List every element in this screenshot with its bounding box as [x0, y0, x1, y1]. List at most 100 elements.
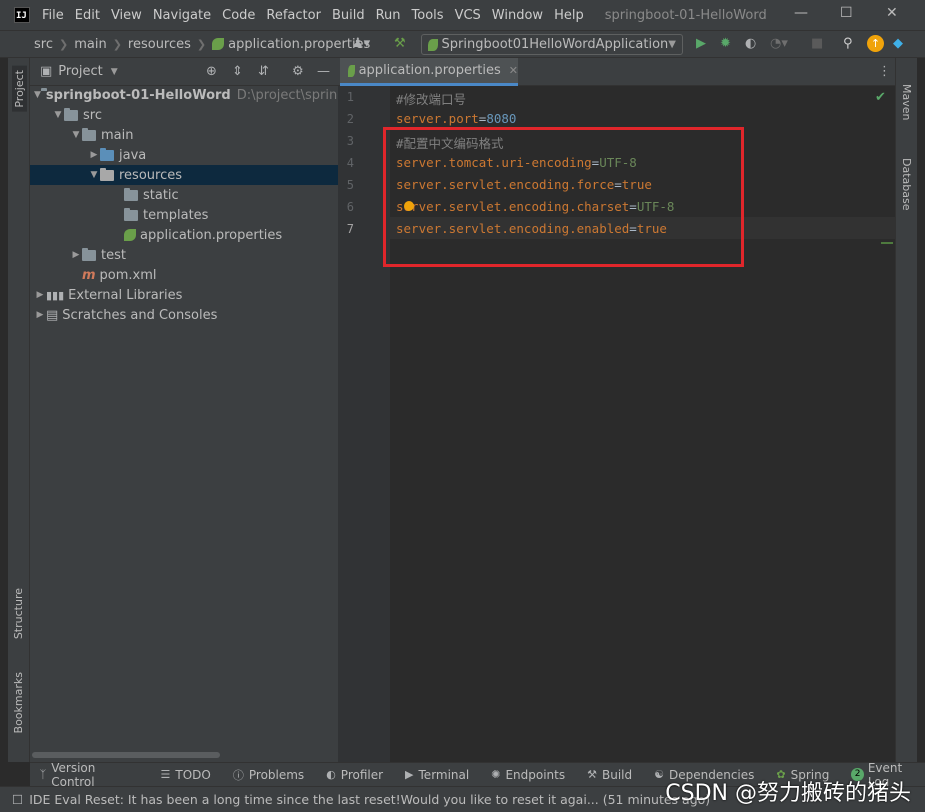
- tree-item-scratches[interactable]: ▶ ▤ Scratches and Consoles: [30, 305, 338, 325]
- stop-icon[interactable]: ■: [811, 36, 823, 51]
- breadcrumb-file[interactable]: application.properties: [228, 37, 370, 52]
- menu-edit[interactable]: Edit: [75, 8, 100, 23]
- maximize-icon[interactable]: ☐: [840, 5, 853, 21]
- tree-item-src[interactable]: ▼ src: [30, 105, 338, 125]
- horizontal-scrollbar[interactable]: [32, 752, 220, 758]
- tool-bookmarks[interactable]: Bookmarks: [12, 672, 25, 733]
- menu-view[interactable]: View: [111, 8, 142, 23]
- user-icon[interactable]: ♟▾: [352, 36, 370, 51]
- tree-item-java[interactable]: ▶ java: [30, 145, 338, 165]
- tree-item-resources[interactable]: ▼ resources: [30, 165, 338, 185]
- menu-build[interactable]: Build: [332, 8, 365, 23]
- tree-item-main[interactable]: ▼ main: [30, 125, 338, 145]
- tree-item-templates[interactable]: templates: [30, 205, 338, 225]
- breadcrumb-src[interactable]: src: [34, 37, 53, 52]
- run-configuration-label: Springboot01HelloWordApplication: [441, 37, 669, 52]
- debug-icon[interactable]: ✹: [720, 36, 731, 51]
- search-icon[interactable]: ⚲: [843, 36, 853, 51]
- locate-icon[interactable]: ⊕: [206, 64, 217, 79]
- right-tool-strip: Maven Database: [895, 58, 917, 762]
- endpoints-icon: ✺: [491, 768, 501, 781]
- close-icon[interactable]: ✕: [886, 5, 898, 21]
- tool-endpoints[interactable]: ✺ Endpoints: [491, 768, 565, 782]
- editor-tab-bar: application.properties ✕ ⋮: [338, 58, 895, 86]
- menu-refactor[interactable]: Refactor: [266, 8, 321, 23]
- property-key: server.port: [396, 111, 479, 126]
- chevron-right-icon: ▶: [36, 290, 44, 300]
- menu-code[interactable]: Code: [222, 8, 255, 23]
- tool-database[interactable]: Database: [900, 158, 913, 211]
- dependencies-icon: ☯: [654, 768, 664, 781]
- menu-run[interactable]: Run: [376, 8, 401, 23]
- tool-maven[interactable]: Maven: [900, 84, 913, 120]
- intellij-logo-icon: IJ: [14, 7, 30, 23]
- tool-version-control[interactable]: ᛉ Version Control: [40, 761, 139, 789]
- chevron-down-icon: ▼: [34, 90, 41, 100]
- scratches-icon: ▤: [46, 307, 59, 323]
- expand-all-icon[interactable]: ⇕: [232, 64, 243, 79]
- tool-structure[interactable]: Structure: [12, 588, 25, 639]
- csdn-watermark: CSDN @努力搬砖的猪头: [665, 781, 911, 806]
- build-hammer-icon[interactable]: ⚒: [394, 36, 406, 51]
- maven-file-icon: m: [82, 267, 96, 283]
- minimize-icon[interactable]: —: [794, 5, 808, 21]
- run-configuration-select[interactable]: Springboot01HelloWordApplication ▼: [421, 34, 683, 55]
- branch-icon: ᛉ: [39, 768, 47, 781]
- update-icon[interactable]: ↑: [867, 35, 884, 52]
- tree-item-project-root[interactable]: ▼ springboot-01-HelloWord D:\project\spr…: [30, 85, 345, 105]
- close-tab-icon[interactable]: ✕: [509, 64, 518, 77]
- tool-windows-icon[interactable]: ☐: [12, 792, 23, 807]
- source-folder-icon: [100, 147, 114, 161]
- code-line-1[interactable]: #修改端口号: [396, 89, 466, 108]
- chevron-down-icon[interactable]: ▼: [111, 67, 118, 77]
- line-number: 6: [346, 200, 354, 214]
- tree-item-pom[interactable]: m pom.xml: [30, 265, 338, 285]
- breadcrumb-main[interactable]: main: [74, 37, 106, 52]
- window-title: springboot-01-HelloWord: [604, 7, 767, 23]
- tool-todo[interactable]: ☰ TODO: [161, 768, 211, 782]
- spring-boot-icon: [428, 38, 438, 51]
- status-message[interactable]: IDE Eval Reset: It has been a long time …: [29, 792, 710, 807]
- toolbox-icon[interactable]: ◆: [893, 36, 903, 51]
- build-hammer-icon: ⚒: [587, 768, 597, 781]
- breadcrumb-resources[interactable]: resources: [128, 37, 191, 52]
- tree-item-application-properties[interactable]: application.properties: [30, 225, 338, 245]
- more-tabs-icon[interactable]: ⋮: [878, 64, 891, 79]
- tab-application-properties[interactable]: application.properties ✕: [340, 58, 518, 86]
- menu-window[interactable]: Window: [492, 8, 543, 23]
- collapse-all-icon[interactable]: ⇵: [258, 64, 269, 79]
- menu-navigate[interactable]: Navigate: [153, 8, 211, 23]
- tool-problems[interactable]: ⓘ Problems: [233, 767, 304, 783]
- tree-item-test[interactable]: ▶ test: [30, 245, 338, 265]
- hide-panel-icon[interactable]: —: [317, 64, 330, 79]
- menu-vcs[interactable]: VCS: [455, 8, 481, 23]
- line-number: 1: [346, 90, 354, 104]
- tree-label: pom.xml: [99, 267, 157, 283]
- tool-profiler[interactable]: ◐ Profiler: [326, 768, 383, 782]
- coverage-icon[interactable]: ◐: [745, 36, 756, 51]
- tree-label: test: [101, 247, 126, 263]
- line-number: 3: [346, 134, 354, 148]
- tree-label: External Libraries: [68, 287, 183, 303]
- chevron-down-icon: ▼: [54, 110, 62, 120]
- tool-build[interactable]: ⚒ Build: [587, 768, 632, 782]
- chevron-right-icon: ▶: [36, 310, 44, 320]
- menu-tools[interactable]: Tools: [412, 8, 444, 23]
- navigation-bar: src ❯ main ❯ resources ❯ application.pro…: [0, 30, 925, 58]
- code-line-2[interactable]: server.port=8080: [396, 111, 516, 126]
- menu-file[interactable]: File: [42, 8, 64, 23]
- project-panel-title[interactable]: Project: [58, 64, 102, 79]
- chevron-right-icon: ❯: [196, 37, 207, 51]
- tool-project[interactable]: Project: [12, 66, 27, 112]
- profile-icon[interactable]: ◔▾: [770, 36, 788, 51]
- gear-icon[interactable]: ⚙: [292, 64, 304, 79]
- folder-icon: [64, 107, 78, 121]
- tree-item-static[interactable]: static: [30, 185, 338, 205]
- run-icon[interactable]: ▶: [696, 36, 706, 51]
- project-path: D:\project\spring: [236, 87, 346, 103]
- chevron-right-icon: ❯: [112, 37, 122, 51]
- tree-item-external-libraries[interactable]: ▶ ▮▮▮ External Libraries: [30, 285, 338, 305]
- left-tool-strip: Project Structure Bookmarks: [8, 58, 30, 762]
- menu-help[interactable]: Help: [554, 8, 584, 23]
- tool-terminal[interactable]: ▶ Terminal: [405, 768, 469, 782]
